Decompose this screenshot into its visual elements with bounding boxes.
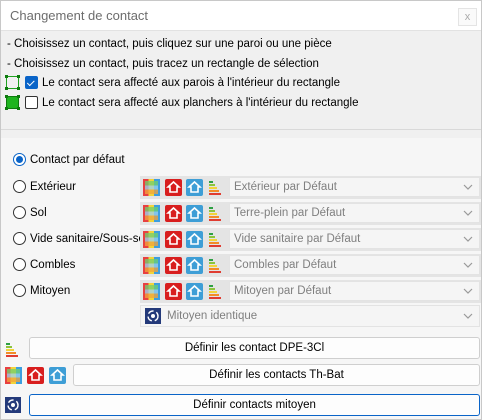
radio-attic-label[interactable]: Combles (30, 259, 75, 271)
floors-checkbox[interactable] (25, 96, 38, 109)
contact-change-dialog: Changement de contact x - Choisissez un … (0, 0, 482, 420)
walls-checkbox-label[interactable]: Le contact sera affecté aux parois à l'i… (42, 77, 340, 89)
define-adjoining-contacts-label: Définir contacts mitoyen (193, 399, 316, 411)
exterior-contact-select[interactable]: Extérieur par Défaut (229, 177, 480, 197)
separator (1, 129, 481, 130)
radio-crawlspace-button[interactable] (13, 232, 26, 245)
walls-checkbox[interactable] (25, 76, 38, 89)
chevron-down-icon (463, 210, 473, 216)
floors-checkbox-label[interactable]: Le contact sera affecté aux planchers à … (42, 97, 359, 109)
define-adjoining-contacts-button[interactable]: Définir contacts mitoyen (29, 394, 480, 416)
crawlspace-contact-value: Vide sanitaire par Défaut (234, 233, 361, 245)
chevron-down-icon (463, 236, 473, 242)
crawlspace-contact-select[interactable]: Vide sanitaire par Défaut (229, 229, 480, 249)
blue-house-icon[interactable] (186, 179, 203, 196)
define-dpe-contacts-button[interactable]: Définir les contact DPE-3Cl (29, 337, 480, 359)
radio-default-label[interactable]: Contact par défaut (30, 154, 125, 166)
ground-contact-select[interactable]: Terre-plein par Défaut (229, 203, 480, 223)
radio-adjoining-button[interactable] (13, 284, 26, 297)
selection-rectangle-outline-icon (5, 75, 20, 90)
dpe-label-icon[interactable] (208, 231, 225, 248)
radio-exterior[interactable]: Extérieur (13, 180, 76, 193)
dpe-label-icon[interactable] (208, 205, 225, 222)
adjoining-contact-value: Mitoyen par Défaut (234, 285, 332, 297)
radio-exterior-button[interactable] (13, 180, 26, 193)
exterior-contact-value: Extérieur par Défaut (234, 181, 337, 193)
radio-adjoining-label[interactable]: Mitoyen (30, 285, 70, 297)
red-house-icon (27, 367, 44, 384)
blue-house-icon[interactable] (186, 283, 203, 300)
red-house-icon[interactable] (165, 283, 182, 300)
blue-house-icon[interactable] (186, 205, 203, 222)
th-bat-grid-icon[interactable] (143, 179, 160, 196)
define-dpe-contacts-label: Définir les contact DPE-3Cl (184, 342, 325, 354)
radio-default[interactable] (13, 153, 26, 166)
dpe-label-icon[interactable] (208, 257, 225, 274)
walls-option-row: Le contact sera affecté aux parois à l'i… (5, 75, 340, 90)
adjoining-swirl-icon (5, 397, 21, 413)
window-title: Changement de contact (10, 8, 149, 23)
chevron-down-icon (463, 288, 473, 294)
dpe-label-icon[interactable] (208, 283, 225, 300)
radio-adjoining[interactable]: Mitoyen (13, 284, 70, 297)
red-house-icon[interactable] (165, 257, 182, 274)
attic-contact-value: Combles par Défaut (234, 259, 337, 271)
chevron-down-icon (463, 313, 473, 319)
selection-rectangle-filled-icon (5, 95, 20, 110)
define-thbat-contacts-button[interactable]: Définir les contacts Th-Bat (73, 364, 480, 386)
instruction-line-2: - Choisissez un contact, puis tracez un … (7, 58, 319, 70)
red-house-icon[interactable] (165, 231, 182, 248)
blue-house-icon (49, 367, 66, 384)
chevron-down-icon (463, 262, 473, 268)
radio-attic-button[interactable] (13, 258, 26, 271)
adjoining-contact-select[interactable]: Mitoyen par Défaut (229, 281, 480, 301)
radio-ground-label[interactable]: Sol (30, 207, 47, 219)
chevron-down-icon (463, 184, 473, 190)
ground-contact-value: Terre-plein par Défaut (234, 207, 346, 219)
contacts-panel: Contact par défaut Extérieur Extérieur p… (1, 138, 481, 419)
dpe-label-icon (6, 343, 18, 357)
adjoining-swirl-icon (145, 308, 161, 324)
attic-contact-select[interactable]: Combles par Défaut (229, 255, 480, 275)
close-button[interactable]: x (458, 8, 477, 26)
blue-house-icon[interactable] (186, 231, 203, 248)
th-bat-grid-icon[interactable] (143, 257, 160, 274)
radio-crawlspace-label[interactable]: Vide sanitaire/Sous-sol (30, 233, 147, 245)
floors-option-row: Le contact sera affecté aux planchers à … (5, 95, 359, 110)
title-bar: Changement de contact (1, 1, 481, 31)
th-bat-grid-icon (5, 367, 22, 384)
radio-crawlspace[interactable]: Vide sanitaire/Sous-sol (13, 232, 147, 245)
radio-default-contact[interactable]: Contact par défaut (13, 153, 125, 166)
red-house-icon[interactable] (165, 179, 182, 196)
adjoining-mode-select[interactable]: Mitoyen identique (140, 305, 480, 327)
adjoining-mode-value: Mitoyen identique (167, 310, 258, 322)
radio-ground-button[interactable] (13, 206, 26, 219)
radio-exterior-label[interactable]: Extérieur (30, 181, 76, 193)
th-bat-grid-icon[interactable] (143, 205, 160, 222)
radio-attic[interactable]: Combles (13, 258, 75, 271)
th-bat-grid-icon[interactable] (143, 283, 160, 300)
instruction-line-1: - Choisissez un contact, puis cliquez su… (7, 38, 332, 50)
define-thbat-contacts-label: Définir les contacts Th-Bat (209, 369, 344, 381)
close-icon: x (464, 11, 471, 23)
radio-ground[interactable]: Sol (13, 206, 47, 219)
blue-house-icon[interactable] (186, 257, 203, 274)
red-house-icon[interactable] (165, 205, 182, 222)
dpe-label-icon[interactable] (208, 179, 225, 196)
th-bat-grid-icon[interactable] (143, 231, 160, 248)
